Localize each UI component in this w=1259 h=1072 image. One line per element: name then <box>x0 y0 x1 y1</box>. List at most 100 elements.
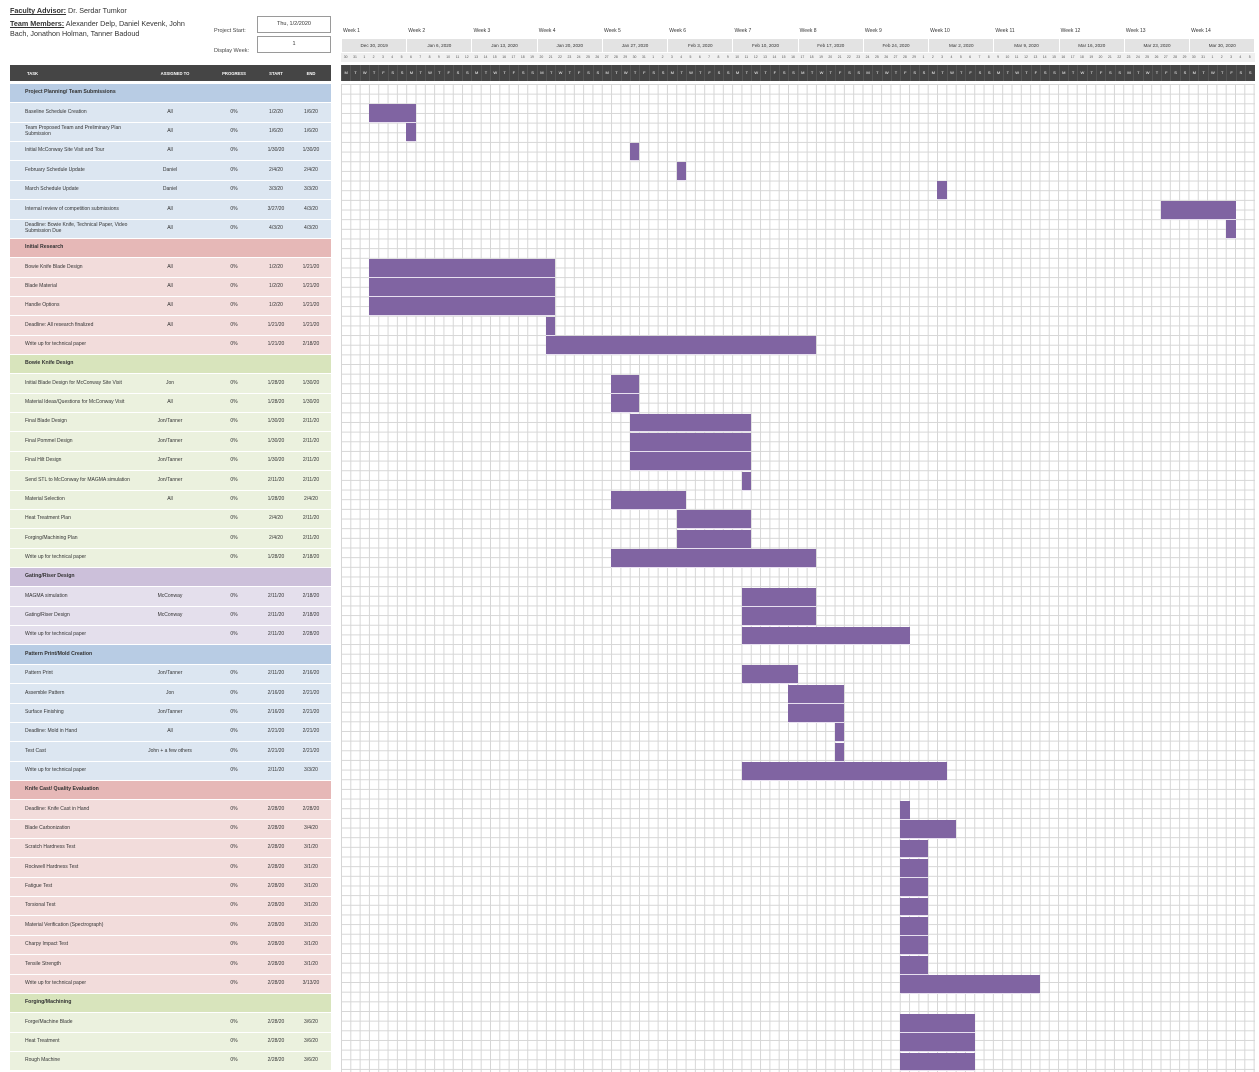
task-row[interactable]: Final Hilt Design Jon/Tanner 0% 1/30/20 2/11… <box>10 451 331 472</box>
task-row[interactable]: Deadline: Bowie Knife, Technical Paper, … <box>10 219 331 239</box>
task-row[interactable]: Rockwell Hardness Test 0% 2/28/20 3/1/20 <box>10 858 331 878</box>
gantt-bar[interactable] <box>900 1052 975 1072</box>
gantt-bar[interactable] <box>900 1013 975 1033</box>
task-row[interactable]: Initial Blade Design for McConway Site V… <box>10 374 331 394</box>
task-row[interactable]: Write up for technical paper 0% 2/11/20 3/3… <box>10 761 331 781</box>
col-end[interactable]: END <box>294 65 328 81</box>
section-row[interactable]: Bowie Knife Design <box>10 355 331 375</box>
gantt-bar[interactable] <box>368 278 556 297</box>
gantt-bar[interactable] <box>834 723 845 743</box>
gantt-bar[interactable] <box>741 471 752 491</box>
section-row[interactable]: Gating/Riser Design <box>10 568 331 588</box>
gantt-bar[interactable] <box>611 374 640 394</box>
task-row[interactable]: Write up for technical paper 0% 1/28/20 2/1… <box>10 548 331 568</box>
gantt-bar[interactable] <box>900 1033 975 1052</box>
gantt-bar[interactable] <box>676 510 752 530</box>
task-row[interactable]: Fatigue Test 0% 2/28/20 3/1/20 <box>10 877 331 898</box>
col-start[interactable]: START <box>260 65 292 81</box>
gantt-bar[interactable] <box>611 394 640 414</box>
task-row[interactable]: Scratch Hardness Test 0% 2/28/20 3/1/20 <box>10 839 331 859</box>
task-row[interactable]: February Schedule Update Daniel 0% 2/4/20 2/… <box>10 161 331 181</box>
display-week-input[interactable]: 1 <box>257 36 331 53</box>
task-row[interactable]: Assemble Pattern Jon 0% 2/16/20 2/21/20 <box>10 684 331 704</box>
gantt-bar[interactable] <box>900 878 929 898</box>
task-row[interactable]: Charpy Impact Test 0% 2/28/20 3/1/20 <box>10 935 331 956</box>
gantt-bar[interactable] <box>900 936 929 956</box>
col-assigned[interactable]: ASSIGNED TO <box>150 65 200 81</box>
task-row[interactable]: Deadline: Mold in Hand All 0% 2/21/20 2/21/2… <box>10 722 331 743</box>
task-row[interactable]: Forge/Machine Blade 0% 2/28/20 3/6/20 <box>10 1013 331 1033</box>
task-row[interactable]: Surface Finishing Jon/Tanner 0% 2/16/20 2/21… <box>10 703 331 723</box>
gantt-bar[interactable] <box>900 800 910 820</box>
task-row[interactable]: Rough Machine 0% 2/28/20 3/6/20 <box>10 1052 331 1072</box>
task-row[interactable]: Material Verification (Spectrograph) 0% 2/… <box>10 916 331 936</box>
task-row[interactable]: Torsional Test 0% 2/28/20 3/1/20 <box>10 897 331 917</box>
gantt-bar[interactable] <box>629 142 640 162</box>
gantt-bar[interactable] <box>406 123 416 143</box>
gantt-bar[interactable] <box>834 742 845 762</box>
gantt-bar[interactable] <box>368 103 416 123</box>
col-progress[interactable]: PROGRESS <box>210 65 258 81</box>
task-row[interactable]: Blade Material All 0% 1/2/20 1/21/20 <box>10 277 331 297</box>
task-row[interactable]: Final Pommel Design Jon/Tanner 0% 1/30/20 2/… <box>10 432 331 452</box>
task-row[interactable]: Heat Treatment Plan 0% 2/4/20 2/11/20 <box>10 509 331 530</box>
gantt-bar[interactable] <box>629 432 752 452</box>
gantt-bar[interactable] <box>1226 220 1236 239</box>
section-row[interactable]: Pattern Print/Mold Creation <box>10 645 331 665</box>
gantt-bar[interactable] <box>741 665 798 685</box>
gantt-bar[interactable] <box>900 975 1040 994</box>
section-row[interactable]: Project Planning/ Team Submissions <box>10 84 331 104</box>
col-task[interactable]: TASK <box>10 65 55 81</box>
task-row[interactable]: Write up for technical paper 0% 1/21/20 2/1… <box>10 335 331 356</box>
task-row[interactable]: Send STL to McConway for MAGMA simulatio… <box>10 471 331 491</box>
task-row[interactable]: Material Selection All 0% 1/28/20 2/4/20 <box>10 490 331 510</box>
project-start-input[interactable]: Thu, 1/2/2020 <box>257 16 331 33</box>
task-row[interactable]: Handle Options All 0% 1/2/20 1/21/20 <box>10 296 331 317</box>
gantt-bar[interactable] <box>741 607 817 627</box>
gantt-bar[interactable] <box>546 336 817 356</box>
gantt-bar[interactable] <box>741 587 817 607</box>
task-row[interactable]: Material Ideas/Questions for McConway Vi… <box>10 393 331 414</box>
gantt-bar[interactable] <box>611 549 817 568</box>
task-row[interactable]: Write up for technical paper 0% 2/28/20 3/1… <box>10 974 331 994</box>
task-row[interactable]: MAGMA simulation McConway 0% 2/11/20 2/18/20 <box>10 587 331 607</box>
gantt-bar[interactable] <box>611 491 686 510</box>
task-row[interactable]: Tensile Strength 0% 2/28/20 3/1/20 <box>10 955 331 975</box>
task-row[interactable]: Blade Carbonization 0% 2/28/20 3/4/20 <box>10 819 331 840</box>
gantt-bar[interactable] <box>900 820 957 840</box>
section-row[interactable]: Forging/Machining <box>10 993 331 1014</box>
gantt-bar[interactable] <box>1161 200 1236 220</box>
gantt-bar[interactable] <box>788 704 845 723</box>
task-row[interactable]: Test Cast John + a few others 0% 2/21/20 2/2… <box>10 742 331 762</box>
task-row[interactable]: Pattern Print Jon/Tanner 0% 2/11/20 2/16/20 <box>10 664 331 685</box>
task-row[interactable]: Gating/Riser Design McConway 0% 2/11/20 2/18… <box>10 606 331 627</box>
task-row[interactable]: Team Proposed Team and Preliminary Plan … <box>10 122 331 143</box>
gantt-bar[interactable] <box>900 897 929 917</box>
task-row[interactable]: Baseline Schedule Creation All 0% 1/2/20 1/6… <box>10 103 331 123</box>
section-row[interactable]: Initial Research <box>10 238 331 259</box>
gantt-bar[interactable] <box>788 684 845 704</box>
gantt-bar[interactable] <box>676 161 686 181</box>
task-row[interactable]: Deadline: All research finalized All 0% 1/2… <box>10 316 331 336</box>
gantt-bar[interactable] <box>629 413 752 433</box>
section-row[interactable]: Knife Cast/ Quality Evaluation <box>10 780 331 801</box>
gantt-bar[interactable] <box>676 529 752 549</box>
gantt-bar[interactable] <box>900 955 929 975</box>
task-row[interactable]: Heat Treatment 0% 2/28/20 3/6/20 <box>10 1032 331 1052</box>
task-row[interactable]: Internal review of competition submissio… <box>10 200 331 220</box>
task-row[interactable]: Deadline: Knife Cast in Hand 0% 2/28/20 2/2… <box>10 800 331 820</box>
gantt-bar[interactable] <box>741 762 947 781</box>
task-row[interactable]: Initial McConway Site Visit and Tour All 0… <box>10 142 331 162</box>
gantt-bar[interactable] <box>546 316 556 336</box>
gantt-bar[interactable] <box>900 916 929 936</box>
task-row[interactable]: Forging/Machining Plan 0% 2/4/20 2/11/20 <box>10 529 331 549</box>
gantt-bar[interactable] <box>741 626 910 646</box>
task-row[interactable]: Write up for technical paper 0% 2/11/20 2/2… <box>10 626 331 646</box>
gantt-bar[interactable] <box>900 858 929 878</box>
gantt-bar[interactable] <box>629 452 752 472</box>
gantt-bar[interactable] <box>900 839 929 859</box>
gantt-bar[interactable] <box>368 258 556 278</box>
gantt-bar[interactable] <box>937 181 947 201</box>
task-row[interactable]: March Schedule Update Daniel 0% 3/3/20 3/3/2… <box>10 180 331 201</box>
gantt-bar[interactable] <box>368 297 556 317</box>
